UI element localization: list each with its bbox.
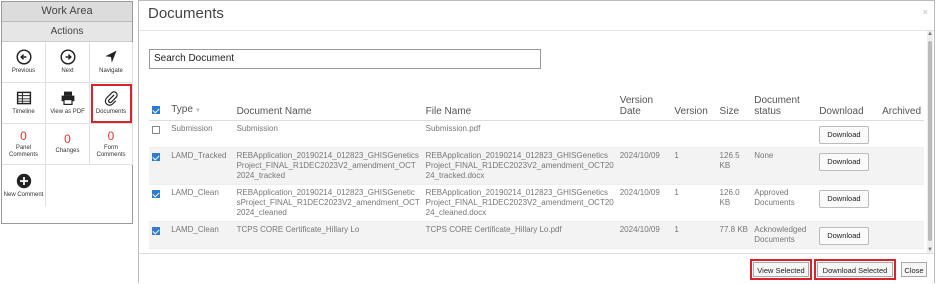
- actions-header: Actions: [2, 22, 132, 42]
- row-checkbox[interactable]: [152, 227, 160, 235]
- row-document-name: TCPS CORE Certificate_Hillary Lo: [233, 221, 423, 249]
- row-version-date: 2024/10/09: [616, 147, 672, 185]
- column-type[interactable]: Type ▼: [168, 93, 234, 121]
- documents-label: Documents: [95, 109, 127, 115]
- row-size: 77.8 KB: [716, 221, 752, 249]
- work-area-panel: Work Area Actions Previous Next Navigate…: [1, 1, 133, 224]
- scroll-up-icon[interactable]: ▲: [927, 31, 933, 37]
- previous-label: Previous: [11, 68, 36, 74]
- panel-comments-count: 0: [20, 128, 27, 143]
- row-type: LAMD_Tracked: [168, 147, 234, 185]
- form-comments-count: 0: [107, 128, 115, 143]
- panel-comments-label: Panel Comments: [8, 144, 38, 158]
- download-button[interactable]: Download: [819, 153, 869, 171]
- view-as-pdf-button[interactable]: View as PDF: [46, 83, 90, 124]
- dialog-title: Documents: [148, 5, 224, 22]
- arrow-right-circle-icon: [59, 49, 76, 65]
- printer-icon: [61, 91, 74, 105]
- row-size: [716, 120, 752, 148]
- next-button[interactable]: Next: [46, 42, 90, 83]
- row-status: Approved Documents: [751, 184, 817, 222]
- table-row[interactable]: LAMD_Clean REBApplication_20190214_01282…: [149, 184, 924, 222]
- previous-button[interactable]: Previous: [2, 42, 46, 83]
- row-file-name: Submission.pdf: [422, 120, 617, 148]
- row-version-date: 2024/10/09: [616, 221, 672, 249]
- title-divider: [139, 30, 934, 31]
- view-selected-button[interactable]: View Selected: [750, 259, 812, 280]
- changes-label: Changes: [55, 148, 80, 154]
- form-comments-label: Form Comments: [96, 144, 126, 158]
- changes-button[interactable]: 0 Changes: [46, 124, 90, 165]
- row-version: [671, 120, 717, 148]
- changes-count: 0: [64, 132, 71, 146]
- row-file-name: REBApplication_20190214_012823_GHISGenet…: [422, 184, 617, 222]
- row-checkbox[interactable]: [152, 153, 160, 161]
- row-version-date: [616, 120, 672, 148]
- row-file-name: TCPS CORE Certificate_Hillary Lo.pdf: [422, 221, 617, 249]
- plus-circle-icon: [16, 173, 31, 188]
- row-status: None: [751, 147, 817, 185]
- panel-comments-button[interactable]: 0 Panel Comments: [2, 124, 46, 165]
- row-version: 1: [671, 147, 717, 185]
- form-comments-button[interactable]: 0 Form Comments: [90, 124, 133, 165]
- documents-dialog: Documents × Search Document Type ▼ Docume…: [138, 0, 935, 284]
- row-size: 126.5 KB: [716, 147, 752, 185]
- download-button[interactable]: Download: [819, 190, 869, 208]
- row-checkbox[interactable]: [152, 126, 160, 134]
- new-comment-button[interactable]: New Comment: [2, 165, 46, 206]
- row-version: 1: [671, 221, 717, 249]
- paperclip-icon: [104, 91, 118, 106]
- scrollbar[interactable]: ▲ ▼: [927, 31, 933, 253]
- work-area-header: Work Area: [2, 2, 132, 22]
- row-document-name: Submission: [233, 120, 423, 148]
- row-version: 1: [671, 184, 717, 222]
- close-icon[interactable]: ×: [923, 7, 928, 17]
- table-row[interactable]: LAMD_Clean TCPS CORE Certificate_Hillary…: [149, 221, 924, 249]
- row-checkbox[interactable]: [152, 190, 160, 198]
- row-document-name: REBApplication_20190214_012823_GHISGenet…: [233, 184, 423, 222]
- next-label: Next: [61, 68, 74, 74]
- new-comment-label: New Comment: [3, 191, 44, 198]
- column-archived[interactable]: Archived: [879, 93, 924, 121]
- row-type: LAMD_Clean: [168, 221, 234, 249]
- column-version[interactable]: Version: [671, 93, 717, 121]
- row-version-date: 2024/10/09: [616, 184, 672, 222]
- search-input[interactable]: Search Document: [149, 49, 541, 69]
- navigate-label: Navigate: [99, 68, 123, 74]
- download-selected-button[interactable]: Download Selected: [814, 259, 896, 280]
- timeline-icon: [16, 91, 31, 105]
- sort-icon: ▼: [194, 108, 201, 114]
- column-document-status[interactable]: Document status: [751, 93, 817, 121]
- documents-table: Type ▼ Document Name File Name Version Da…: [149, 93, 924, 249]
- row-type: LAMD_Clean: [168, 184, 234, 222]
- view-as-pdf-label: View as PDF: [50, 109, 85, 115]
- timeline-label: Timeline: [12, 109, 35, 115]
- scroll-thumb[interactable]: [928, 41, 932, 241]
- row-status: [751, 120, 817, 148]
- table-row[interactable]: LAMD_Tracked REBApplication_20190214_012…: [149, 147, 924, 185]
- column-document-name[interactable]: Document Name: [233, 93, 423, 121]
- timeline-button[interactable]: Timeline: [2, 83, 46, 124]
- arrow-left-circle-icon: [15, 49, 32, 65]
- column-file-name[interactable]: File Name: [422, 93, 617, 121]
- documents-button[interactable]: Documents: [90, 83, 133, 124]
- column-size[interactable]: Size: [716, 93, 752, 121]
- download-button[interactable]: Download: [819, 227, 869, 245]
- row-type: Submission: [168, 120, 234, 148]
- navigate-button[interactable]: Navigate: [90, 42, 133, 83]
- dialog-footer: View Selected Download Selected Close: [139, 253, 934, 284]
- select-all-checkbox[interactable]: [152, 106, 160, 114]
- column-download[interactable]: Download: [816, 93, 880, 121]
- column-version-date[interactable]: Version Date: [616, 93, 672, 121]
- row-document-name: REBApplication_20190214_012823_GHISGenet…: [233, 147, 423, 185]
- table-row[interactable]: Submission Submission Submission.pdf Dow…: [149, 120, 924, 148]
- download-button[interactable]: Download: [819, 126, 869, 144]
- row-status: Acknowledged Documents: [751, 221, 817, 249]
- navigate-arrow-icon: [105, 50, 117, 63]
- row-size: 126.0 KB: [716, 184, 752, 222]
- row-file-name: REBApplication_20190214_012823_GHISGenet…: [422, 147, 617, 185]
- close-button[interactable]: Close: [901, 262, 927, 277]
